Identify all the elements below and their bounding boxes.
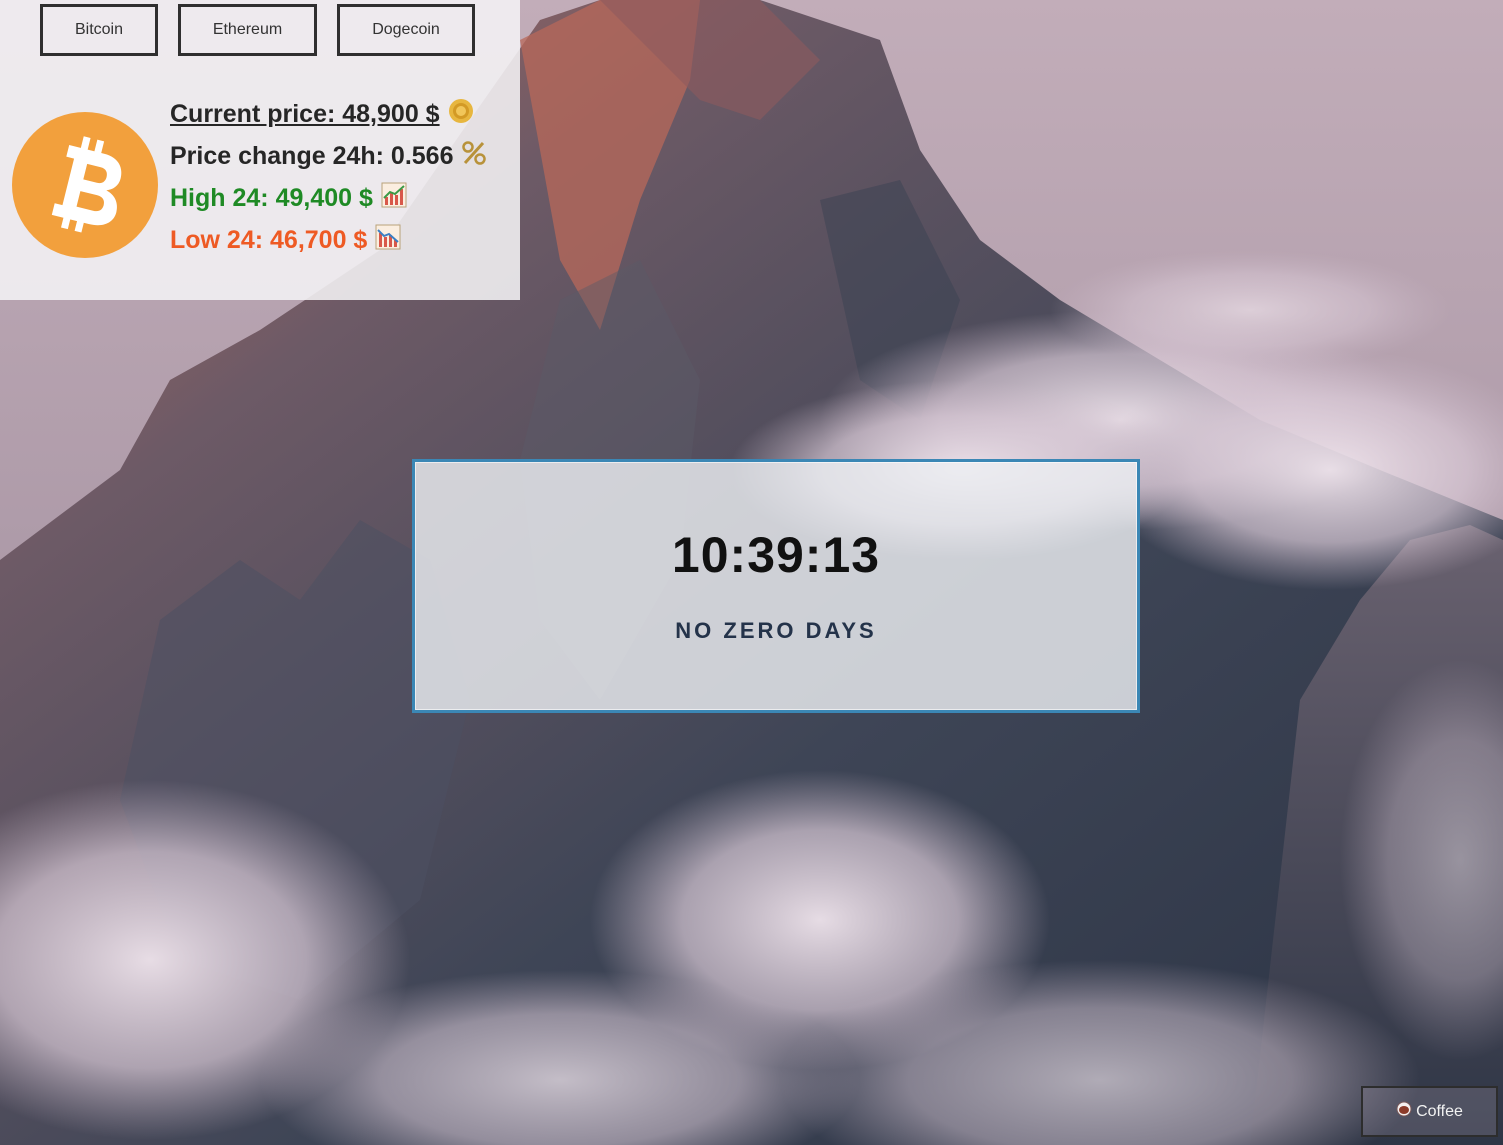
chart-increasing-icon: [381, 182, 407, 215]
price-change-text: Price change 24h: 0.566: [170, 142, 454, 170]
chart-decreasing-icon: [375, 224, 401, 257]
coffee-label: Coffee: [1416, 1102, 1463, 1120]
motto-text: NO ZERO DAYS: [675, 618, 877, 643]
coin-icon: [448, 98, 474, 131]
coffee-button[interactable]: Coffee: [1361, 1086, 1498, 1137]
bitcoin-logo-icon: [12, 112, 158, 258]
dogecoin-button[interactable]: Dogecoin: [337, 4, 475, 56]
high-24: High 24: 49,400 $: [170, 182, 407, 215]
clock-card: 10:39:13 NO ZERO DAYS: [412, 459, 1140, 713]
current-price-text: Current price: 48,900 $: [170, 100, 440, 128]
low-24-text: Low 24: 46,700 $: [170, 226, 368, 254]
percent-icon: [461, 140, 487, 173]
low-24: Low 24: 46,700 $: [170, 224, 401, 257]
coffee-cup-icon: [1396, 1101, 1412, 1122]
ethereum-button[interactable]: Ethereum: [178, 4, 317, 56]
price-change: Price change 24h: 0.566: [170, 140, 487, 173]
clock-time: 10:39:13: [671, 527, 881, 583]
high-24-text: High 24: 49,400 $: [170, 184, 373, 212]
current-price: Current price: 48,900 $: [170, 98, 474, 131]
crypto-panel: Bitcoin Ethereum Dogecoin Current price:…: [0, 0, 520, 300]
bitcoin-button[interactable]: Bitcoin: [40, 4, 158, 56]
